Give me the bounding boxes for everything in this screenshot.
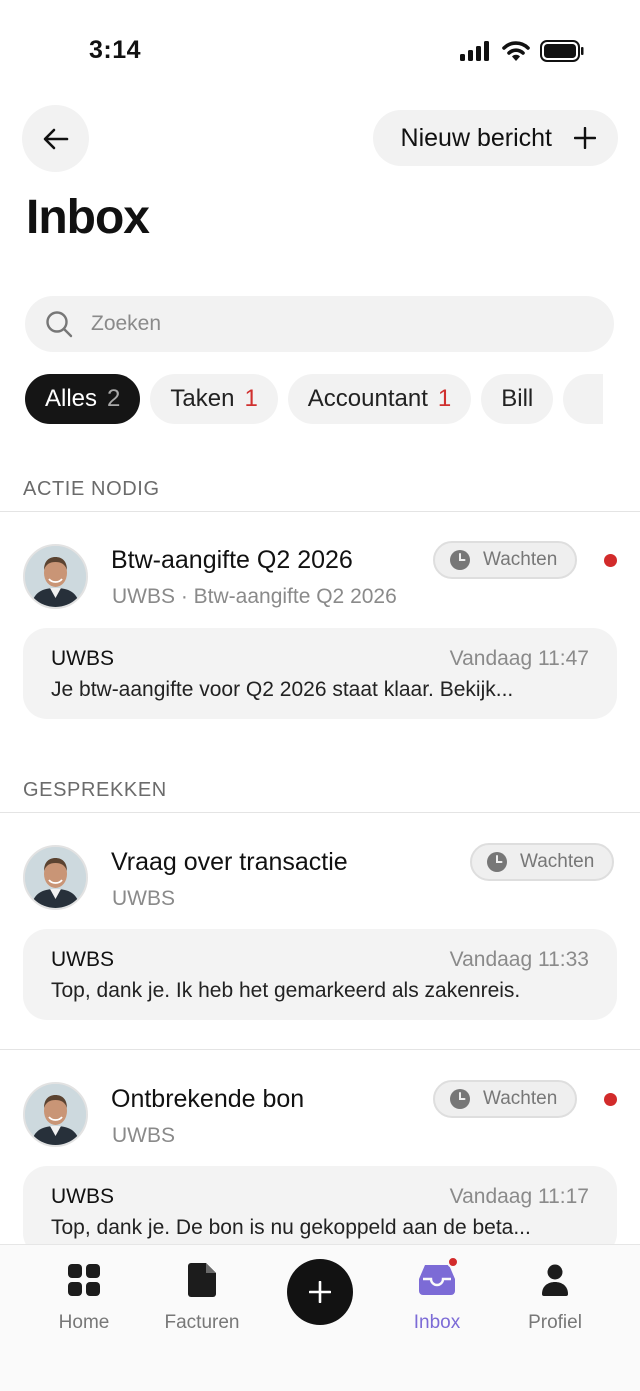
new-message-button[interactable]: Nieuw bericht xyxy=(372,110,618,166)
avatar xyxy=(23,845,88,910)
conversation-item[interactable]: Ontbrekende bon UWBS Wachten UWBS Vandaa… xyxy=(0,1050,640,1244)
message-preview: UWBS Vandaag 11:33 Top, dank je. Ik heb … xyxy=(23,929,617,1020)
chip-label: Taken xyxy=(170,385,235,412)
chip-count: 1 xyxy=(437,385,452,412)
search-placeholder: Zoeken xyxy=(91,312,162,335)
wifi-icon xyxy=(502,41,530,61)
add-button[interactable] xyxy=(287,1259,353,1325)
search-input[interactable]: Zoeken xyxy=(25,296,614,352)
conversation-subtitle: UWBS xyxy=(112,887,175,910)
filter-chip-all[interactable]: Alles 2 xyxy=(25,374,141,424)
section-label-conversations: GESPREKKEN xyxy=(23,779,167,801)
status-icons xyxy=(460,40,584,62)
message-preview: UWBS Vandaag 11:47 Je btw-aangifte voor … xyxy=(23,628,617,719)
status-time: 3:14 xyxy=(89,36,142,64)
person-photo-icon xyxy=(25,1084,86,1145)
message-preview: UWBS Vandaag 11:17 Top, dank je. De bon … xyxy=(23,1166,617,1244)
plus-icon xyxy=(309,1281,331,1303)
chip-count: 2 xyxy=(107,385,121,412)
preview-time: Vandaag 11:33 xyxy=(449,948,589,971)
filter-chip-accountant[interactable]: Accountant 1 xyxy=(287,374,472,424)
conversation-title: Btw-aangifte Q2 2026 xyxy=(111,546,353,574)
battery-icon xyxy=(540,40,584,62)
page-title: Inbox xyxy=(26,191,150,244)
preview-sender: UWBS xyxy=(51,948,114,971)
chip-label: Accountant xyxy=(307,385,428,412)
unread-dot xyxy=(604,554,617,567)
notification-dot xyxy=(447,1256,459,1268)
preview-text: Je btw-aangifte voor Q2 2026 staat klaar… xyxy=(51,678,514,701)
signal-icon xyxy=(460,41,489,61)
status-badge-label: Wachten xyxy=(483,1088,558,1109)
chip-count: 1 xyxy=(244,385,258,412)
filter-chip-more[interactable] xyxy=(563,374,604,424)
clock-icon xyxy=(450,550,470,570)
nav-label-invoices: Facturen xyxy=(164,1312,240,1333)
plus-icon xyxy=(574,127,596,149)
avatar xyxy=(23,544,88,609)
person-icon xyxy=(542,1261,568,1299)
nav-label-home: Home xyxy=(58,1312,110,1333)
bottom-nav: Home Facturen Inbox Profiel xyxy=(0,1244,640,1391)
person-photo-icon xyxy=(25,546,86,607)
clock-icon xyxy=(450,1089,470,1109)
conversation-subtitle: UWBS xyxy=(112,1124,175,1147)
nav-inbox[interactable]: Inbox xyxy=(382,1256,492,1334)
document-icon xyxy=(188,1261,216,1299)
grid-icon xyxy=(68,1261,100,1299)
nav-label-inbox: Inbox xyxy=(413,1312,461,1333)
preview-time: Vandaag 11:47 xyxy=(449,647,589,670)
filter-chips: Alles 2 Taken 1 Accountant 1 Bill xyxy=(25,374,615,426)
status-badge-label: Wachten xyxy=(483,549,558,570)
person-photo-icon xyxy=(25,847,86,908)
arrow-left-icon xyxy=(43,128,68,149)
chip-label: Alles xyxy=(45,385,98,412)
preview-text: Top, dank je. Ik heb het gemarkeerd als … xyxy=(51,979,521,1002)
preview-sender: UWBS xyxy=(51,647,114,670)
preview-sender: UWBS xyxy=(51,1185,114,1208)
conversation-subtitle: UWBS · Btw-aangifte Q2 2026 xyxy=(112,585,397,608)
conversation-title: Ontbrekende bon xyxy=(111,1085,305,1113)
status-badge: Wachten xyxy=(470,843,615,881)
nav-invoices[interactable]: Facturen xyxy=(147,1261,257,1334)
new-message-label: Nieuw bericht xyxy=(400,123,552,152)
preview-text: Top, dank je. De bon is nu gekoppeld aan… xyxy=(51,1216,531,1239)
filter-chip-tasks[interactable]: Taken 1 xyxy=(150,374,278,424)
nav-label-profile: Profiel xyxy=(528,1312,582,1333)
conversation-item[interactable]: Btw-aangifte Q2 2026 UWBS · Btw-aangifte… xyxy=(0,512,640,742)
nav-home[interactable]: Home xyxy=(29,1261,139,1334)
status-badge: Wachten xyxy=(433,541,578,579)
conversation-title: Vraag over transactie xyxy=(111,848,348,876)
status-bar: 3:14 xyxy=(0,0,640,100)
back-button[interactable] xyxy=(22,105,89,172)
conversation-item[interactable]: Vraag over transactie UWBS Wachten UWBS … xyxy=(0,813,640,1049)
status-badge-label: Wachten xyxy=(520,851,595,872)
nav-profile[interactable]: Profiel xyxy=(500,1261,610,1334)
filter-chip-bill[interactable]: Bill xyxy=(481,374,554,424)
inbox-tray-icon xyxy=(419,1256,459,1299)
section-label-action-needed: ACTIE NODIG xyxy=(23,478,160,500)
status-badge: Wachten xyxy=(433,1080,578,1118)
chip-label: Bill xyxy=(501,385,534,412)
search-icon xyxy=(46,311,73,338)
preview-time: Vandaag 11:17 xyxy=(449,1185,589,1208)
unread-dot xyxy=(604,1093,617,1106)
avatar xyxy=(23,1082,88,1147)
clock-icon xyxy=(487,852,507,872)
